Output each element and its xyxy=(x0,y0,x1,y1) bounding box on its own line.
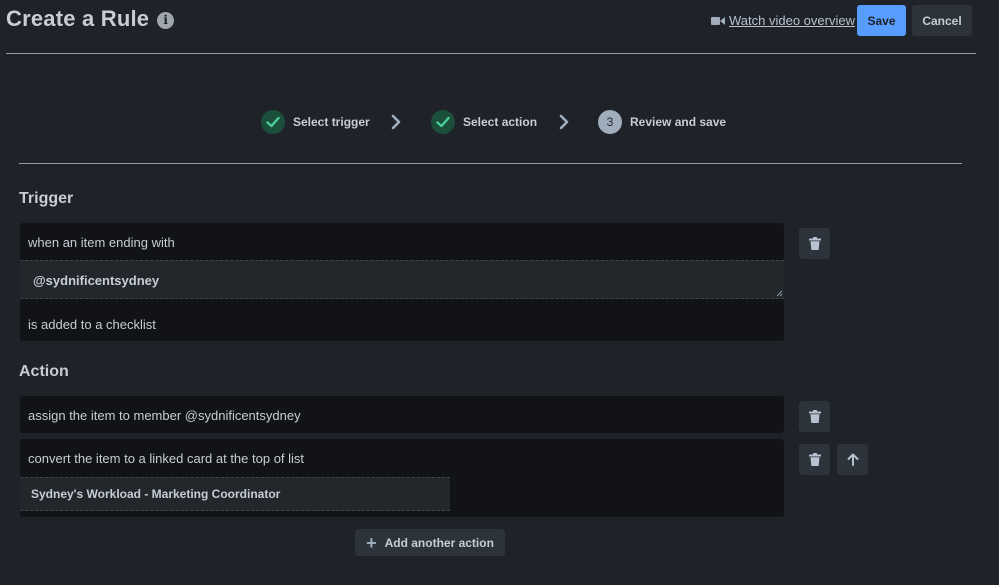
delete-trigger-button[interactable] xyxy=(799,228,830,259)
trigger-value-text[interactable]: @sydnificentsydney xyxy=(33,273,159,288)
step-number-badge: 3 xyxy=(598,110,622,134)
stepper-divider xyxy=(19,163,962,164)
cancel-button[interactable]: Cancel xyxy=(912,5,972,36)
check-icon xyxy=(436,116,450,128)
trigger-heading: Trigger xyxy=(19,190,74,207)
watch-video-label[interactable]: Watch video overview xyxy=(729,13,855,28)
step-complete-badge xyxy=(431,110,455,134)
step-select-action[interactable]: Select action xyxy=(431,110,537,134)
delete-action-1-button[interactable] xyxy=(799,401,830,432)
move-action-up-button[interactable] xyxy=(837,444,868,475)
stepper: Select trigger Select action 3 Review an… xyxy=(0,110,999,136)
resize-handle-icon[interactable] xyxy=(776,290,783,297)
arrow-up-icon xyxy=(847,453,858,466)
step-label: Select action xyxy=(463,115,538,129)
trigger-card: when an item ending with @sydnificentsyd… xyxy=(20,223,784,341)
plus-icon: + xyxy=(366,532,377,553)
watch-video-link[interactable]: Watch video overview xyxy=(711,13,855,28)
action-1-text: assign the item to member @sydnificentsy… xyxy=(28,408,301,423)
trash-icon xyxy=(808,410,821,423)
list-select-field[interactable]: Sydney's Workload - Marketing Coordinato… xyxy=(20,477,450,511)
check-icon xyxy=(266,116,280,128)
step-label: Select trigger xyxy=(293,115,370,129)
step-complete-badge xyxy=(261,110,285,134)
header-divider xyxy=(6,53,976,54)
list-select-value[interactable]: Sydney's Workload - Marketing Coordinato… xyxy=(31,487,280,501)
chevron-right-icon xyxy=(559,114,569,130)
trigger-value-field[interactable]: @sydnificentsydney xyxy=(20,260,784,299)
trigger-line-1: when an item ending with xyxy=(28,235,175,250)
step-label: Review and save xyxy=(630,115,727,129)
action-card-2: convert the item to a linked card at the… xyxy=(20,439,784,517)
trash-icon xyxy=(808,453,821,466)
chevron-right-icon xyxy=(391,114,401,130)
action-card-1: assign the item to member @sydnificentsy… xyxy=(20,396,784,433)
add-another-action-button[interactable]: + Add another action xyxy=(355,529,505,556)
info-icon[interactable]: i xyxy=(157,11,175,29)
step-select-trigger[interactable]: Select trigger xyxy=(261,110,370,134)
delete-action-2-button[interactable] xyxy=(799,444,830,475)
page-title: Create a Rule i xyxy=(6,6,175,32)
save-button[interactable]: Save xyxy=(857,5,906,36)
action-heading: Action xyxy=(19,363,69,380)
action-2-text: convert the item to a linked card at the… xyxy=(28,451,305,466)
page-title-text: Create a Rule xyxy=(6,6,150,31)
trash-icon xyxy=(808,237,821,250)
video-camera-icon xyxy=(711,16,725,25)
add-another-action-label: Add another action xyxy=(384,535,494,550)
trigger-line-2: is added to a checklist xyxy=(28,317,156,332)
step-review-and-save[interactable]: 3 Review and save xyxy=(598,110,726,134)
